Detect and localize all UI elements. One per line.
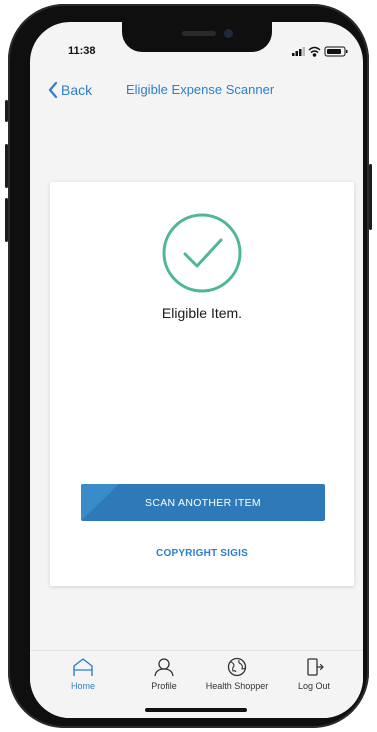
speaker-grille — [182, 31, 216, 36]
profile-icon — [154, 658, 174, 677]
home-icon — [73, 658, 93, 676]
notch — [122, 22, 272, 52]
battery-icon — [324, 46, 348, 57]
mute-switch — [5, 100, 8, 122]
result-card: Eligible Item. SCAN ANOTHER ITEM COPYRIG… — [50, 182, 354, 586]
globe-icon — [227, 657, 247, 677]
tab-log-out[interactable]: Log Out — [279, 657, 349, 691]
status-time: 11:38 — [68, 45, 96, 57]
nav-bar: Back Eligible Expense Scanner — [30, 78, 363, 108]
scan-button-label: SCAN ANOTHER ITEM — [145, 496, 261, 509]
volume-down-button — [5, 198, 8, 242]
home-indicator — [145, 708, 247, 712]
power-button — [369, 164, 372, 230]
tab-log-out-label: Log Out — [297, 681, 331, 691]
front-camera — [224, 29, 233, 38]
tab-home-label: Home — [70, 681, 95, 691]
volume-up-button — [5, 144, 8, 188]
app-screen: 11:38 Back Eligible Expense Scanner Elig… — [30, 22, 363, 718]
tab-profile[interactable]: Profile — [129, 657, 199, 691]
tab-profile-label: Profile — [151, 681, 177, 691]
logout-icon — [307, 658, 324, 676]
wifi-icon — [308, 46, 321, 57]
result-message: Eligible Item. — [161, 305, 243, 321]
tab-health-shopper[interactable]: Health Shopper — [202, 657, 272, 691]
button-accent-shade — [81, 484, 119, 521]
chevron-left-icon — [48, 82, 58, 98]
signal-icon — [292, 47, 305, 56]
tab-home[interactable]: Home — [48, 657, 118, 691]
copyright-link[interactable]: COPYRIGHT SIGIS — [50, 548, 354, 559]
status-icons — [292, 44, 352, 57]
phone-frame: 11:38 Back Eligible Expense Scanner Elig… — [5, 4, 372, 728]
back-button[interactable]: Back — [48, 78, 92, 102]
tab-health-shopper-label: Health Shopper — [205, 681, 269, 691]
page-title: Eligible Expense Scanner — [126, 82, 275, 97]
check-circle-icon — [162, 213, 242, 293]
scan-another-item-button[interactable]: SCAN ANOTHER ITEM — [81, 484, 325, 521]
back-label: Back — [61, 82, 93, 98]
